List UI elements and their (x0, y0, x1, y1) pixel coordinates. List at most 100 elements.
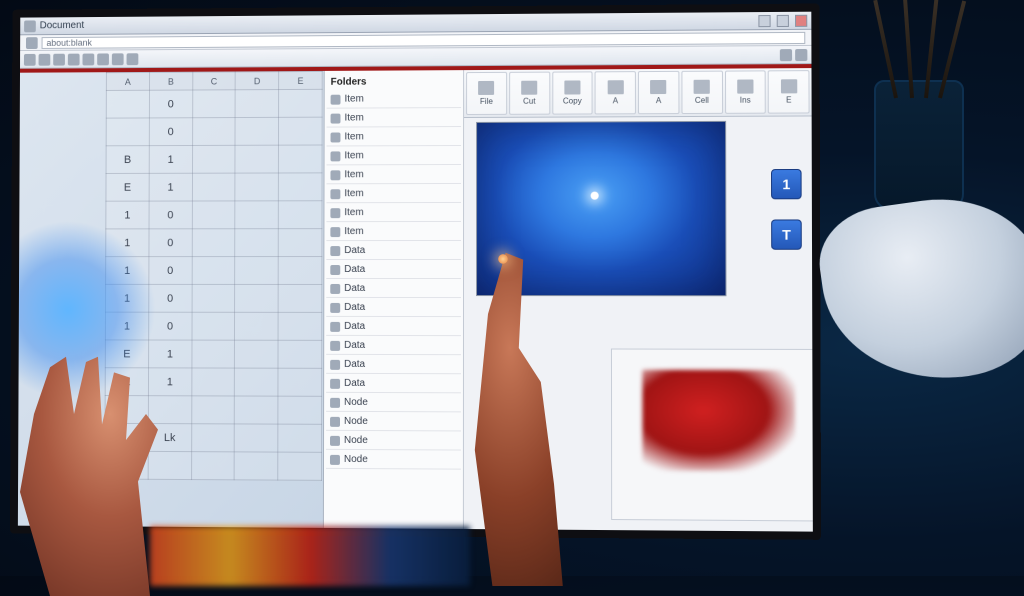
doc-icon (330, 321, 340, 331)
list-item[interactable]: Item (326, 166, 461, 184)
side-button-b[interactable]: T (771, 219, 802, 249)
doc-icon (330, 246, 340, 256)
search-icon[interactable] (82, 53, 94, 65)
brush (938, 0, 966, 98)
settings-icon[interactable] (780, 49, 792, 61)
ribbon-toolbar: File Cut Copy A A Cell Ins E (464, 68, 812, 118)
cut-icon (521, 81, 537, 95)
table-row: 0 (106, 89, 322, 118)
list-item[interactable]: Item (326, 185, 461, 203)
list-item[interactable]: Item (327, 90, 461, 109)
node-icon (330, 454, 340, 464)
font-icon (607, 80, 623, 94)
app-icon (24, 20, 36, 32)
ribbon-group[interactable]: E (768, 70, 810, 114)
palette-smear (150, 526, 470, 586)
table-row: E1 (106, 173, 322, 201)
table-row: E1 (105, 340, 321, 368)
copy-icon (564, 80, 580, 94)
folder-icon (331, 94, 341, 104)
list-item[interactable]: Item (327, 109, 461, 128)
table-row: E1 (105, 368, 322, 397)
node-icon (330, 435, 340, 445)
window-title: Document (40, 20, 85, 31)
brush-jar (874, 80, 964, 210)
doc-icon (330, 283, 340, 293)
ribbon-group[interactable]: Ins (724, 70, 766, 113)
cloth (813, 186, 1024, 395)
list-item[interactable]: Data (326, 299, 461, 317)
folder-icon (330, 189, 340, 199)
list-item[interactable]: Data (326, 261, 461, 279)
list-item[interactable]: Data (326, 280, 461, 298)
folder-icon (330, 208, 340, 218)
outline-header: Folders (327, 74, 461, 90)
list-item[interactable]: Item (326, 223, 461, 241)
favorites-icon[interactable] (97, 53, 109, 65)
ribbon-group[interactable]: Cut (509, 72, 550, 115)
ribbon-group[interactable]: Copy (552, 71, 593, 114)
doc-icon (330, 302, 340, 312)
folder-icon (330, 227, 340, 237)
home-icon[interactable] (68, 53, 80, 65)
table-row (105, 396, 322, 425)
ribbon-group[interactable]: A (638, 71, 679, 114)
list-item[interactable]: Node (326, 451, 461, 470)
data-grid[interactable]: ABCDE 0 0 B1 E1 10 10 10 10 10 E1 E1 Lk (104, 71, 322, 481)
doc-icon (330, 265, 340, 275)
minimize-button[interactable] (758, 15, 770, 27)
list-item[interactable]: Data (326, 242, 461, 260)
folder-icon (330, 151, 340, 161)
brush (903, 0, 914, 98)
paint-splotch (642, 370, 795, 472)
maximize-button[interactable] (777, 14, 789, 26)
forward-icon[interactable] (39, 53, 51, 65)
secondary-canvas[interactable] (611, 348, 821, 521)
table-row: 10 (106, 257, 322, 285)
brush (873, 0, 898, 98)
side-buttons: 1 T (771, 169, 802, 250)
table-row: 0 (106, 117, 322, 146)
folder-icon (330, 170, 340, 180)
cell-icon (694, 80, 710, 94)
list-item[interactable]: Node (326, 394, 461, 413)
back-icon[interactable] (24, 53, 36, 65)
table-row: 10 (106, 229, 322, 257)
list-item[interactable]: Item (327, 147, 462, 165)
settings2-icon[interactable] (795, 48, 807, 60)
fingertip-glow (498, 254, 508, 264)
node-icon (330, 397, 340, 407)
side-button-a[interactable]: 1 (771, 169, 802, 199)
page-icon (26, 37, 38, 49)
table-row: B1 (106, 145, 322, 173)
font2-icon (650, 80, 666, 94)
grid-header-row: ABCDE (106, 71, 322, 90)
list-item[interactable]: Data (326, 356, 461, 374)
table-row: 10 (106, 201, 322, 229)
table-row: 10 (106, 284, 322, 312)
brush (924, 0, 938, 98)
folder-icon (331, 132, 341, 142)
print-icon[interactable] (112, 53, 124, 65)
edit-icon (781, 79, 797, 93)
table-row: 10 (105, 312, 321, 340)
ribbon-group[interactable]: Cell (681, 71, 722, 114)
list-item[interactable]: Node (326, 413, 461, 432)
outline-panel: Folders Item Item Item Item Item Item It… (324, 70, 464, 529)
close-button[interactable] (795, 14, 807, 26)
reload-icon[interactable] (53, 53, 65, 65)
list-item[interactable]: Node (326, 432, 461, 451)
doc-icon (330, 378, 340, 388)
folder-icon (331, 113, 341, 123)
doc-icon (330, 359, 340, 369)
ribbon-group[interactable]: A (595, 71, 636, 114)
mail-icon[interactable] (127, 53, 139, 65)
list-item[interactable]: Data (326, 375, 461, 393)
insert-icon (737, 79, 753, 93)
list-item[interactable]: Item (327, 128, 462, 146)
list-item[interactable]: Data (326, 318, 461, 336)
list-item[interactable]: Data (326, 337, 461, 355)
node-icon (330, 416, 340, 426)
list-item[interactable]: Item (326, 204, 461, 222)
ribbon-group[interactable]: File (466, 72, 507, 115)
